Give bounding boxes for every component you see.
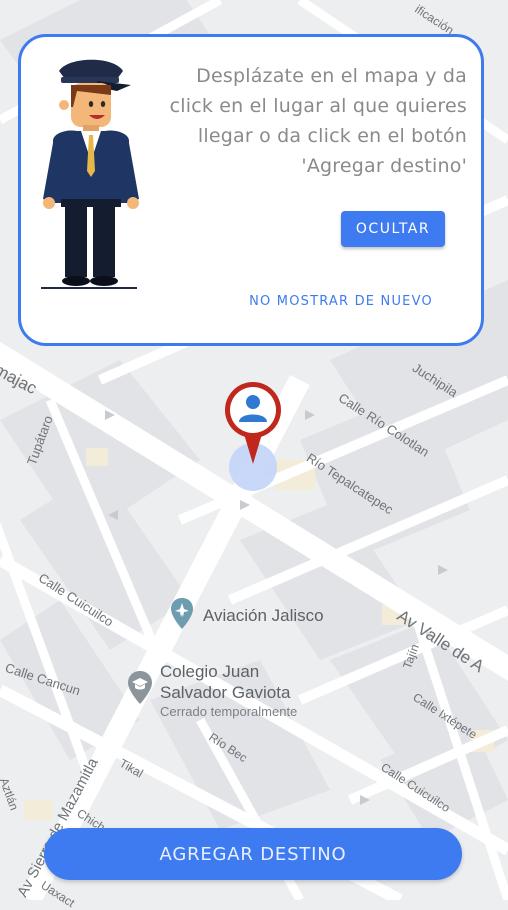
aviation-pin-icon[interactable] bbox=[170, 597, 194, 631]
add-destination-button[interactable]: AGREGAR DESTINO bbox=[44, 828, 462, 880]
guard-illustration bbox=[41, 59, 139, 289]
hide-button[interactable]: OCULTAR bbox=[341, 211, 445, 247]
instruction-message: Desplázate en el mapa y da click en el l… bbox=[169, 65, 467, 177]
poi-school-status: Cerrado temporalmente bbox=[160, 704, 298, 719]
poi-aviation-label[interactable]: Aviación Jalisco bbox=[203, 606, 324, 626]
instruction-dialog: Desplázate en el mapa y da click en el l… bbox=[18, 34, 484, 346]
dont-show-again-button[interactable]: NO MOSTRAR DE NUEVO bbox=[221, 289, 461, 313]
user-location-pin-icon[interactable] bbox=[222, 378, 284, 468]
poi-school-label-line1[interactable]: Colegio Juan bbox=[160, 662, 259, 682]
school-pin-icon[interactable] bbox=[127, 670, 153, 706]
poi-school-label-line2[interactable]: Salvador Gaviota bbox=[160, 683, 290, 703]
